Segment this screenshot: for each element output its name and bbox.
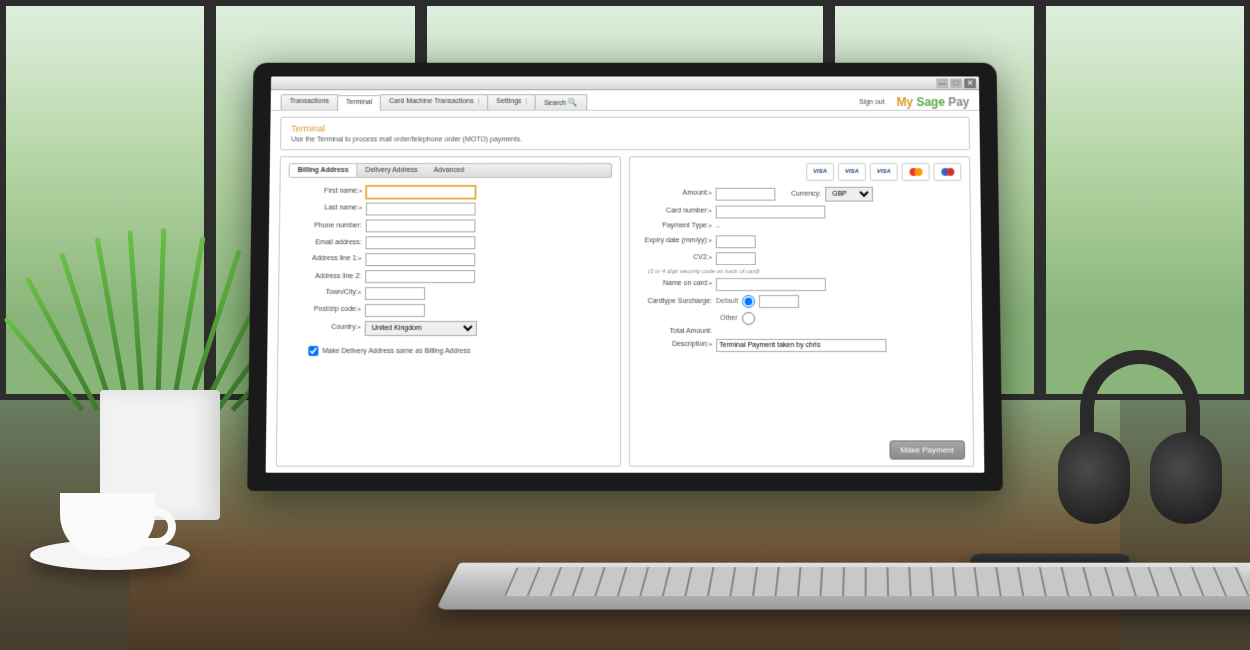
name-on-card-input[interactable] <box>716 278 826 291</box>
os-titlebar: — □ ✕ <box>271 77 979 91</box>
subtab-delivery[interactable]: Delivery Address <box>357 164 425 177</box>
desk-scene: — □ ✕ Transactions Terminal Card Machine… <box>0 0 1250 650</box>
page-title: Terminal <box>291 124 959 134</box>
city-input[interactable] <box>365 287 425 300</box>
page-subtitle: Use the Terminal to process mail order/t… <box>291 136 959 143</box>
country-label: Country:* <box>287 324 365 333</box>
address2-input[interactable] <box>365 270 475 283</box>
search-icon: 🔍 <box>568 98 578 107</box>
visa-icon: VISA <box>806 163 834 181</box>
surcharge-other-radio[interactable] <box>742 312 755 325</box>
payment-type-label: Payment Type:* <box>638 222 716 231</box>
city-label: Town/City:* <box>287 289 365 298</box>
maestro-icon <box>933 163 961 181</box>
surcharge-other-label: Other <box>720 315 738 322</box>
billing-panel: Billing Address Delivery Address Advance… <box>276 156 621 467</box>
visa-debit-icon: VISA <box>838 163 866 181</box>
close-button[interactable]: ✕ <box>964 78 976 88</box>
postcode-label: Post/zip code:* <box>287 306 365 315</box>
same-as-billing-checkbox[interactable] <box>308 346 318 356</box>
card-number-label: Card number:* <box>638 208 716 217</box>
amount-label: Amount:* <box>638 190 716 199</box>
visa-electron-icon: VISA <box>870 163 898 181</box>
address1-input[interactable] <box>365 253 475 266</box>
cv2-hint: (3 or 4 digit security code on back of c… <box>648 269 963 275</box>
address1-label: Address line 1:* <box>287 255 365 264</box>
surcharge-default-label: Default <box>716 298 738 305</box>
mastercard-icon <box>902 163 930 181</box>
total-label: Total Amount: <box>638 328 716 335</box>
amount-input[interactable] <box>716 188 776 201</box>
subtab-advanced[interactable]: Advanced <box>426 164 473 177</box>
cv2-input[interactable] <box>716 252 756 265</box>
description-input[interactable] <box>716 339 886 352</box>
postcode-input[interactable] <box>365 304 425 317</box>
tab-settings[interactable]: Settings| <box>487 94 536 110</box>
tab-card-machine[interactable]: Card Machine Transactions| <box>380 94 488 110</box>
payment-panel: VISA VISA VISA Amount:* Currency: GBP <box>629 156 974 467</box>
first-name-label: First name:* <box>288 188 366 197</box>
email-label: Email address: <box>288 239 366 246</box>
app-window: — □ ✕ Transactions Terminal Card Machine… <box>266 77 985 473</box>
plant-decor <box>70 240 250 520</box>
expiry-label: Expiry date (mm/yy):* <box>638 237 716 246</box>
expiry-input[interactable] <box>716 235 756 248</box>
headphones-decor <box>1050 350 1230 570</box>
first-name-input[interactable] <box>366 186 476 199</box>
currency-select[interactable]: GBP <box>825 187 873 202</box>
phone-label: Phone number: <box>288 222 366 229</box>
last-name-input[interactable] <box>366 203 476 216</box>
address2-label: Address line 2: <box>287 273 365 280</box>
card-logos: VISA VISA VISA <box>638 163 962 181</box>
tab-transactions[interactable]: Transactions <box>281 94 339 110</box>
tab-terminal[interactable]: Terminal <box>337 95 381 111</box>
maximize-button[interactable]: □ <box>950 78 962 88</box>
surcharge-value-input[interactable] <box>759 295 799 308</box>
tab-search[interactable]: Search🔍 <box>535 94 587 110</box>
same-as-billing-label: Make Delivery Address same as Billing Ad… <box>322 347 470 354</box>
card-number-input[interactable] <box>716 206 826 219</box>
phone-input[interactable] <box>366 219 476 232</box>
surcharge-label: Cardtype Surcharge: <box>638 298 716 305</box>
laptop: — □ ✕ Transactions Terminal Card Machine… <box>246 63 1003 542</box>
country-select[interactable]: United Kingdom <box>365 321 477 336</box>
description-label: Description:* <box>638 341 716 350</box>
email-input[interactable] <box>366 236 476 249</box>
last-name-label: Last name:* <box>288 205 366 214</box>
sign-out-link[interactable]: Sign out <box>859 99 885 106</box>
name-on-card-label: Name on card:* <box>638 280 716 289</box>
minimize-button[interactable]: — <box>936 78 948 88</box>
laptop-keyboard <box>436 563 1250 610</box>
cv2-label: CV2:* <box>638 254 716 263</box>
top-nav: Transactions Terminal Card Machine Trans… <box>271 90 980 111</box>
currency-label: Currency: <box>775 191 825 198</box>
make-payment-button[interactable]: Make Payment <box>889 440 965 459</box>
brand-logo: My Sage Pay <box>896 95 969 109</box>
subtab-billing[interactable]: Billing Address <box>290 164 358 177</box>
page-header-panel: Terminal Use the Terminal to process mai… <box>280 117 970 150</box>
coffee-cup-decor <box>30 480 160 570</box>
surcharge-default-radio[interactable] <box>742 295 755 308</box>
